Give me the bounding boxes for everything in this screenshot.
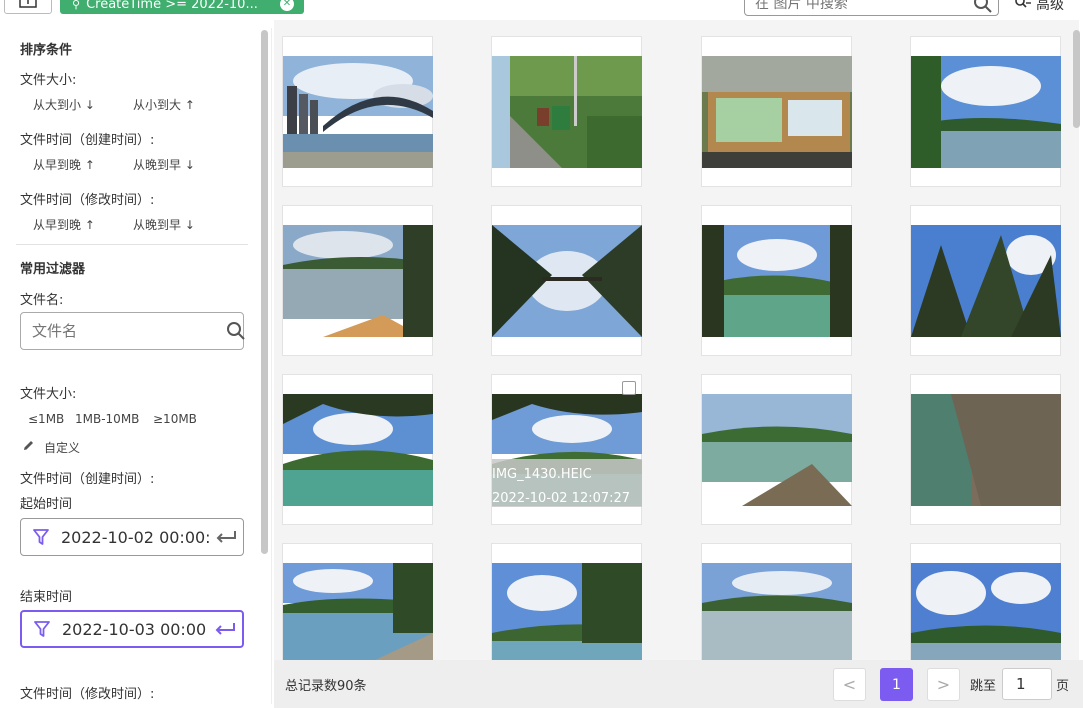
grid-scrollbar[interactable]: [1073, 30, 1080, 128]
image-thumbnail[interactable]: [283, 56, 433, 168]
sort-size-desc-button[interactable]: 从大到小 ↓: [33, 96, 95, 113]
image-thumbnail[interactable]: [492, 225, 642, 337]
image-thumbnail[interactable]: [283, 563, 433, 660]
image-grid: IMG_1430.HEIC 2022-10-02 12:07:27: [274, 20, 1079, 660]
image-thumbnail[interactable]: [911, 394, 1061, 506]
image-thumbnail[interactable]: [492, 563, 642, 660]
top-toolbar: ⚲ CreateTime >= 2022-10... ✕ 高级: [0, 0, 1083, 20]
sort-ctime-asc-button[interactable]: 从早到晚 ↑: [33, 156, 95, 173]
image-thumbnail[interactable]: [911, 225, 1061, 337]
ctime-filter-label: 文件时间（创建时间）:: [20, 472, 155, 487]
enter-icon[interactable]: [209, 530, 243, 544]
total-records: 总记录数90条: [285, 679, 367, 694]
image-card[interactable]: [491, 543, 642, 660]
start-time-field[interactable]: 2022-10-02 00:00:00: [20, 518, 244, 556]
active-filter-chip[interactable]: ⚲ CreateTime >= 2022-10... ✕: [60, 0, 304, 14]
filter-search-icon: ⚲: [72, 0, 81, 11]
close-icon[interactable]: ✕: [280, 0, 294, 11]
image-card[interactable]: [701, 543, 852, 660]
jump-label: 跳至: [970, 679, 997, 694]
image-card[interactable]: [491, 205, 642, 356]
sort-mtime-desc-button[interactable]: 从晚到早 ↓: [133, 216, 195, 233]
image-card[interactable]: [282, 205, 433, 356]
page-1-button[interactable]: 1: [880, 668, 913, 701]
image-thumbnail[interactable]: [492, 56, 642, 168]
advanced-search-icon: [1014, 0, 1032, 13]
image-card[interactable]: [282, 543, 433, 660]
image-card[interactable]: [491, 36, 642, 187]
image-search-box: [744, 0, 999, 16]
end-time-label: 结束时间: [20, 590, 73, 605]
custom-size-button[interactable]: 自定义: [22, 439, 80, 456]
sidebar-scrollbar[interactable]: [261, 30, 268, 554]
start-time-label: 起始时间: [20, 497, 73, 512]
start-time-value: 2022-10-02 00:00:00: [61, 527, 209, 547]
filter-section-title: 常用过滤器: [20, 262, 86, 277]
image-card[interactable]: [701, 36, 852, 187]
filter-icon: [22, 620, 62, 638]
pencil-icon: [22, 439, 35, 456]
image-card[interactable]: IMG_1430.HEIC 2022-10-02 12:07:27: [491, 374, 642, 525]
advanced-search-button[interactable]: 高级: [1014, 0, 1064, 14]
filesize-label: 文件大小:: [20, 387, 77, 402]
image-thumbnail[interactable]: [283, 225, 433, 337]
sort-size-asc-button[interactable]: 从小到大 ↑: [133, 96, 195, 113]
section-divider: [16, 244, 248, 245]
sort-section-title: 排序条件: [20, 43, 73, 58]
image-card[interactable]: [282, 374, 433, 525]
search-icon[interactable]: [226, 321, 246, 341]
image-datetime: 2022-10-02 12:07:27: [492, 491, 631, 506]
image-card[interactable]: [910, 374, 1061, 525]
image-card[interactable]: [701, 205, 852, 356]
image-card[interactable]: [910, 36, 1061, 187]
jump-page-input[interactable]: [1002, 668, 1052, 700]
enter-icon[interactable]: [208, 622, 242, 636]
end-time-value: 2022-10-03 00:00:00: [62, 619, 208, 639]
image-card[interactable]: [910, 543, 1061, 660]
image-card[interactable]: [701, 374, 852, 525]
filter-icon: [21, 528, 61, 546]
search-icon[interactable]: [968, 0, 998, 14]
sort-ctime-desc-button[interactable]: 从晚到早 ↓: [133, 156, 195, 173]
filter-sidebar: 排序条件 文件大小: 从大到小 ↓ 从小到大 ↑ 文件时间（创建时间）: 从早到…: [4, 28, 272, 704]
image-thumbnail[interactable]: [911, 56, 1061, 168]
sort-mtime-label: 文件时间（修改时间）:: [20, 193, 155, 208]
upload-icon: [19, 0, 37, 12]
image-card[interactable]: [282, 36, 433, 187]
next-page-button[interactable]: >: [927, 668, 960, 701]
image-search-input[interactable]: [755, 0, 968, 12]
image-hover-info: IMG_1430.HEIC 2022-10-02 12:07:27: [492, 459, 642, 507]
page-unit-label: 页: [1056, 679, 1070, 694]
image-thumbnail[interactable]: [702, 563, 852, 660]
prev-page-button[interactable]: <: [833, 668, 866, 701]
size-medium-option[interactable]: 1MB-10MB: [75, 412, 139, 426]
image-thumbnail[interactable]: [702, 225, 852, 337]
upload-button[interactable]: [4, 0, 52, 14]
advanced-label: 高级: [1036, 0, 1064, 13]
end-time-field[interactable]: 2022-10-03 00:00:00: [20, 610, 244, 648]
custom-size-label: 自定义: [44, 441, 81, 455]
filename-input[interactable]: [21, 322, 226, 340]
filter-chip-text: CreateTime >= 2022-10...: [86, 0, 258, 12]
image-thumbnail[interactable]: [702, 56, 852, 168]
image-thumbnail[interactable]: [283, 394, 433, 506]
image-thumbnail[interactable]: [702, 394, 852, 506]
mtime-filter-label: 文件时间（修改时间）:: [20, 687, 155, 702]
image-thumbnail[interactable]: [911, 563, 1061, 660]
size-large-option[interactable]: ≥10MB: [153, 412, 197, 426]
select-checkbox[interactable]: [622, 381, 636, 395]
filename-label: 文件名:: [20, 293, 64, 308]
sort-ctime-label: 文件时间（创建时间）:: [20, 133, 155, 148]
sort-size-label: 文件大小:: [20, 73, 77, 88]
size-small-option[interactable]: ≤1MB: [28, 412, 64, 426]
pagination-bar: 总记录数90条 < 1 > 跳至 页: [274, 660, 1083, 708]
image-card[interactable]: [910, 205, 1061, 356]
filename-field: [20, 312, 246, 350]
image-filename: IMG_1430.HEIC: [492, 467, 592, 482]
sort-mtime-asc-button[interactable]: 从早到晚 ↑: [33, 216, 95, 233]
